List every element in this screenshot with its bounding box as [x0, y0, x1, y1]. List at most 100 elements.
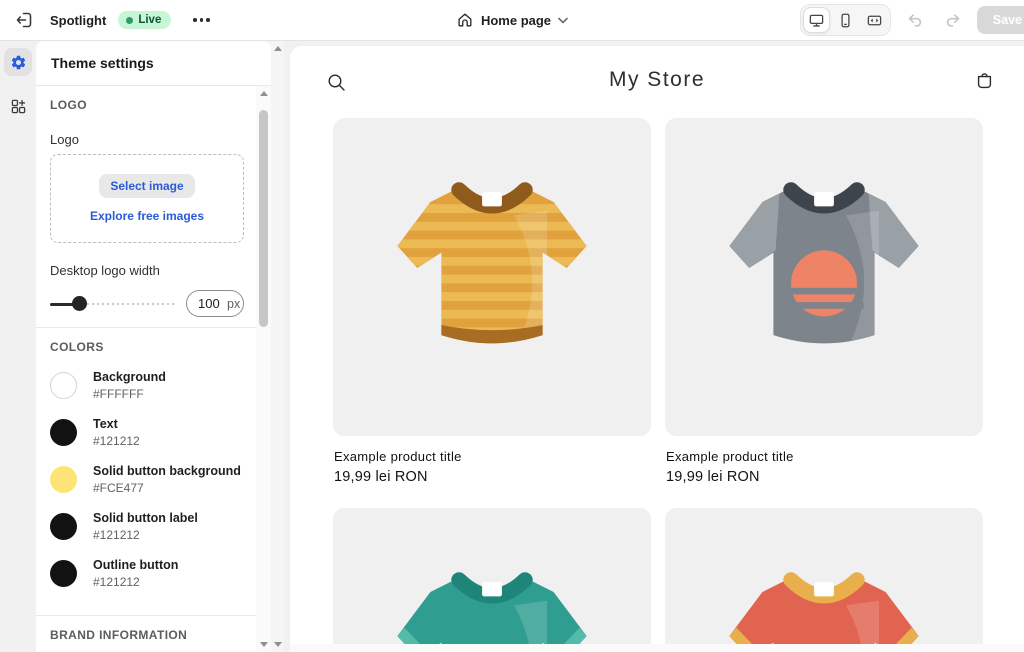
product-caption: Example product title 19,99 lei RON	[666, 449, 982, 485]
product-cell: Example product title 19,99 lei RON	[333, 118, 651, 485]
panel-header: Theme settings	[36, 41, 271, 86]
color-label: Solid button background	[93, 464, 241, 478]
red-ringer-tshirt	[729, 572, 919, 652]
device-preview-toggle	[799, 4, 891, 36]
select-image-button[interactable]: Select image	[99, 174, 195, 198]
rail-theme-settings-button[interactable]	[4, 48, 32, 76]
fullscreen-preview-button[interactable]	[861, 7, 888, 33]
preview-horizontal-scrollbar[interactable]	[290, 644, 1024, 652]
theme-settings-panel: Theme settings LOGO Logo Select image Ex…	[36, 41, 271, 652]
product-image	[382, 158, 602, 378]
scroll-down-arrow-icon[interactable]	[273, 642, 282, 647]
cart-button[interactable]	[974, 71, 995, 92]
logo-dropzone[interactable]: Select image Explore free images	[50, 154, 244, 243]
live-dot-icon	[126, 16, 134, 24]
slider-track[interactable]	[82, 303, 176, 305]
product-title[interactable]: Example product title	[666, 449, 982, 464]
desktop-icon	[808, 12, 825, 29]
logo-width-slider[interactable]	[50, 296, 176, 312]
home-icon	[456, 11, 474, 29]
product-card[interactable]	[665, 118, 983, 436]
outer-scrollbar[interactable]	[271, 41, 284, 652]
storefront-preview: My Store Example product title 19,99 lei …	[290, 46, 1024, 652]
color-swatch[interactable]	[50, 372, 77, 399]
theme-name: Spotlight	[50, 12, 107, 28]
gear-icon	[10, 54, 27, 71]
scroll-up-arrow-icon[interactable]	[259, 91, 268, 96]
brand-section-heading: BRAND INFORMATION	[50, 628, 188, 642]
colors-section: COLORS Background #FFFFFF Text #121212 Solid…	[36, 328, 256, 615]
editor-rail	[0, 41, 36, 652]
page-selector[interactable]: Home page	[448, 5, 576, 35]
color-hex: #121212	[93, 528, 140, 542]
color-label: Solid button label	[93, 511, 198, 525]
color-label: Background	[93, 370, 166, 384]
exit-editor-button[interactable]	[10, 6, 38, 34]
product-image	[714, 548, 934, 652]
more-menu-icon	[193, 18, 210, 22]
color-setting-row[interactable]: Background #FFFFFF	[50, 370, 244, 401]
cart-icon	[974, 71, 995, 92]
colors-list: Background #FFFFFF Text #121212 Solid button…	[50, 370, 244, 589]
store-header: My Store	[290, 46, 1024, 118]
logo-width-control: px	[50, 290, 244, 317]
logo-width-input-wrap: px	[186, 290, 244, 317]
mobile-preview-button[interactable]	[832, 7, 859, 33]
desktop-logo-width-label: Desktop logo width	[50, 263, 160, 278]
desktop-preview-button[interactable]	[802, 7, 830, 33]
product-image	[382, 548, 602, 652]
product-grid: Example product title 19,99 lei RON Exampl…	[333, 118, 983, 652]
live-badge-label: Live	[138, 14, 162, 26]
exit-icon	[14, 10, 34, 30]
redo-button[interactable]	[939, 6, 967, 34]
scroll-down-arrow-icon[interactable]	[259, 642, 268, 647]
more-menu-button[interactable]	[187, 6, 215, 34]
color-hex: #121212	[93, 575, 140, 589]
color-hex: #121212	[93, 434, 140, 448]
logo-width-unit: px	[227, 296, 241, 311]
product-card[interactable]	[333, 118, 651, 436]
live-status-badge: Live	[118, 11, 172, 29]
mobile-icon	[837, 12, 854, 29]
store-name[interactable]: My Store	[290, 68, 1024, 92]
explore-free-images-link[interactable]: Explore free images	[90, 209, 204, 223]
topbar: Spotlight Live Home page Save	[0, 0, 1024, 41]
product-image	[714, 158, 934, 378]
panel-title: Theme settings	[51, 55, 154, 71]
rail-apps-button[interactable]	[4, 92, 32, 120]
product-title[interactable]: Example product title	[334, 449, 650, 464]
undo-button[interactable]	[901, 6, 929, 34]
redo-icon	[944, 11, 962, 29]
color-swatch[interactable]	[50, 560, 77, 587]
page-selector-label: Home page	[480, 12, 552, 28]
orange-striped-tshirt	[397, 182, 587, 344]
teal-pocket-tshirt	[397, 572, 587, 652]
color-swatch[interactable]	[50, 466, 77, 493]
color-setting-row[interactable]: Solid button background #FCE477	[50, 464, 244, 495]
product-card[interactable]	[333, 508, 651, 652]
color-hex: #FCE477	[93, 481, 144, 495]
product-card[interactable]	[665, 508, 983, 652]
logo-section: LOGO Logo Select image Explore free imag…	[36, 86, 256, 327]
scrollbar-thumb[interactable]	[259, 110, 268, 327]
chevron-down-icon	[558, 17, 568, 24]
color-swatch[interactable]	[50, 419, 77, 446]
color-label: Text	[93, 417, 118, 431]
logo-width-input[interactable]	[198, 296, 224, 311]
color-setting-row[interactable]: Text #121212	[50, 417, 244, 448]
fullscreen-icon	[866, 12, 883, 29]
color-setting-row[interactable]: Solid button label #121212	[50, 511, 244, 542]
product-cell	[665, 508, 983, 652]
product-price: 19,99 lei RON	[666, 469, 760, 485]
save-button[interactable]: Save	[976, 6, 1024, 34]
scroll-up-arrow-icon[interactable]	[273, 46, 282, 51]
color-setting-row[interactable]: Outline button #121212	[50, 558, 244, 589]
product-price: 19,99 lei RON	[334, 469, 428, 485]
gray-sunset-tshirt	[729, 182, 919, 344]
slider-thumb[interactable]	[72, 296, 87, 311]
logo-field-label: Logo	[50, 132, 79, 147]
product-cell	[333, 508, 651, 652]
brand-information-section: BRAND INFORMATION Headline ¶▾BI	[36, 616, 256, 652]
color-swatch[interactable]	[50, 513, 77, 540]
panel-scrollbar[interactable]	[256, 86, 271, 652]
